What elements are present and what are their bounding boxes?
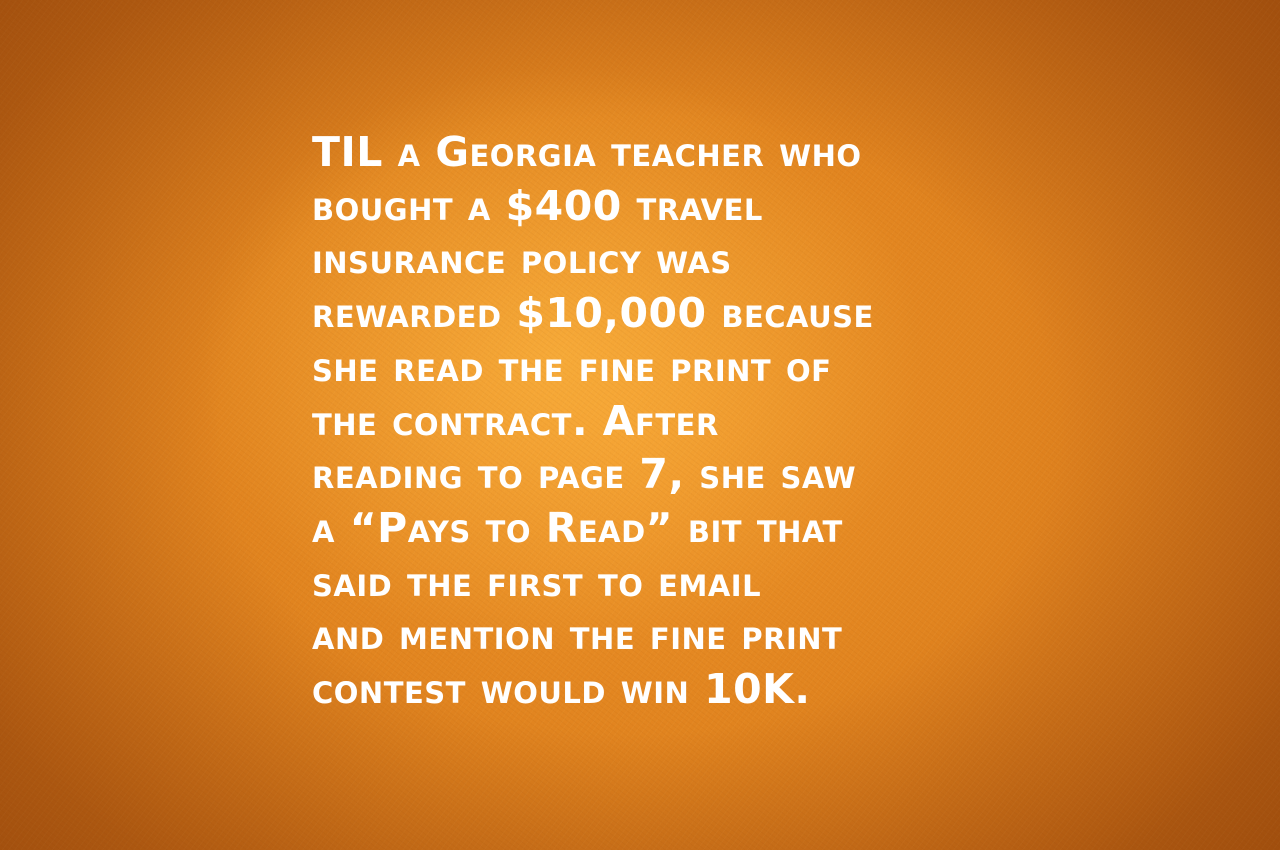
fact-line: insurance policy was (312, 235, 732, 284)
fact-line: a “Pays to Read” bit that (312, 503, 843, 552)
fact-line: contest would win 10K. (312, 665, 811, 714)
fact-text: TIL a Georgia teacher who bought a $400 … (312, 126, 1012, 717)
fact-line: the contract. After (312, 396, 719, 445)
fact-line: said the first to email (312, 557, 762, 606)
fact-line: rewarded $10,000 because (312, 289, 874, 338)
fact-line: and mention the fine print (312, 611, 843, 660)
fact-line: she read the fine print of (312, 342, 832, 391)
fact-line: TIL a Georgia teacher who (312, 128, 862, 176)
fact-line: bought a $400 travel (312, 181, 763, 230)
fact-line: reading to page 7, she saw (312, 450, 857, 499)
